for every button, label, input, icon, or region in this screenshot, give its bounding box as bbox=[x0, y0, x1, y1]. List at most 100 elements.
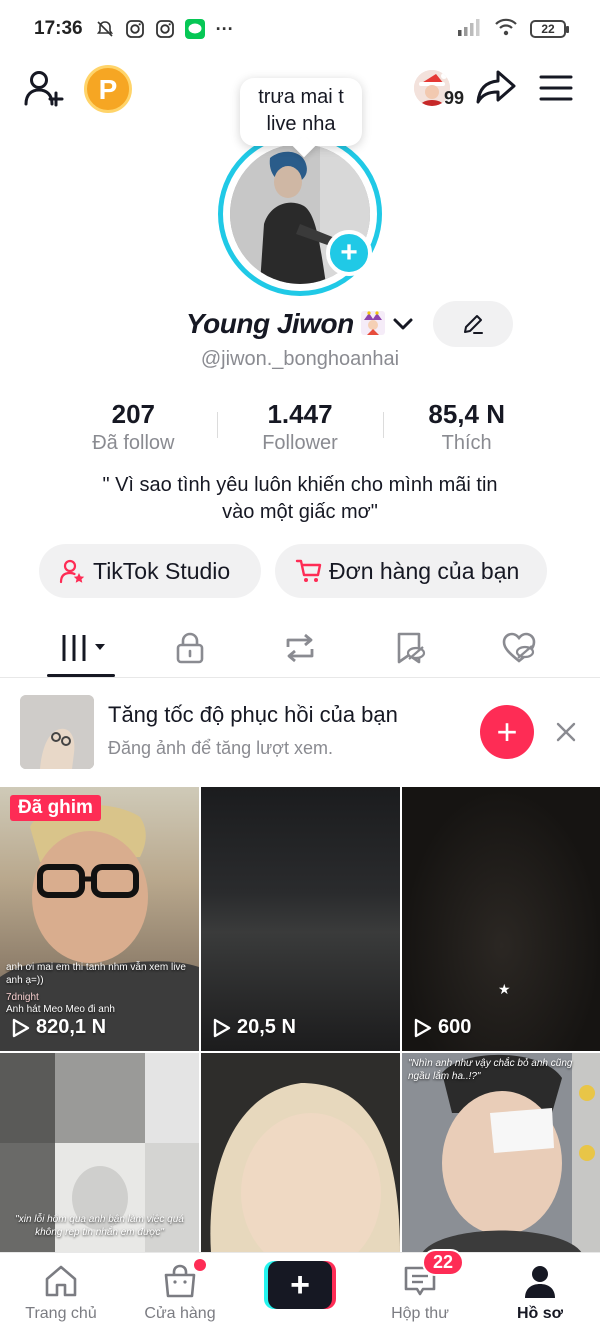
profile-note-bubble[interactable]: trưa mai t live nha bbox=[240, 78, 362, 146]
pinned-badge: Đã ghim bbox=[10, 795, 101, 821]
following-count: 207 bbox=[111, 399, 156, 429]
video-6-frame bbox=[402, 1053, 600, 1253]
add-friend-button[interactable] bbox=[22, 66, 66, 110]
tab-private[interactable] bbox=[160, 626, 220, 670]
status-time: 17:36 bbox=[34, 18, 83, 39]
play-icon bbox=[414, 1018, 432, 1037]
heart-hidden-icon bbox=[502, 632, 536, 663]
instagram-icon bbox=[125, 19, 145, 39]
nav-home[interactable]: Trang chủ bbox=[6, 1261, 116, 1323]
menu-button[interactable] bbox=[538, 72, 574, 104]
boost-close-button[interactable] bbox=[554, 720, 578, 744]
content-tabs bbox=[0, 618, 600, 678]
note-line-2: live nha bbox=[266, 113, 336, 135]
tab-reposts[interactable] bbox=[270, 626, 330, 670]
close-icon bbox=[556, 722, 576, 742]
coin-button[interactable]: P bbox=[84, 65, 132, 113]
more-dots-icon: ··· bbox=[215, 18, 234, 39]
studio-user-star-icon bbox=[59, 557, 87, 585]
plus-icon: + bbox=[268, 1261, 332, 1309]
likes-count: 85,4 N bbox=[428, 399, 505, 429]
followers-label: Follower bbox=[262, 432, 338, 454]
profile-name-row: Young Jiwon bbox=[0, 300, 600, 348]
profile-display-name: Young Jiwon bbox=[186, 308, 354, 339]
video-thumbnail[interactable] bbox=[201, 1053, 400, 1253]
video-caption: anh ơi mai em thi tanh nhm vẫn xem live … bbox=[6, 962, 186, 986]
shopping-cart-icon bbox=[295, 557, 323, 585]
home-icon bbox=[41, 1261, 81, 1301]
profile-person-icon bbox=[520, 1261, 560, 1301]
video-thumbnail[interactable]: 20,5 N bbox=[201, 787, 400, 1051]
profile-bio: " Vì sao tình yêu luôn khiến cho mình mã… bbox=[60, 472, 540, 526]
account-switch-chevron-icon[interactable] bbox=[392, 314, 414, 334]
bio-line-1: " Vì sao tình yêu luôn khiến cho mình mã… bbox=[102, 474, 498, 496]
repost-icon bbox=[286, 633, 314, 663]
signal-icon bbox=[458, 18, 482, 41]
edit-profile-button[interactable] bbox=[433, 301, 513, 347]
likes-stat[interactable]: 85,4 N Thích bbox=[383, 398, 550, 456]
create-video-button[interactable]: + bbox=[264, 1261, 336, 1309]
shop-notification-dot bbox=[194, 1259, 206, 1271]
view-count: 600 bbox=[414, 1016, 471, 1039]
nav-profile[interactable]: Hồ sơ bbox=[485, 1261, 595, 1323]
nav-inbox[interactable]: 22 Hộp thư bbox=[365, 1249, 475, 1323]
video-thumbnail[interactable]: "xin lỗi hôm qua anh bận làm việc quá kh… bbox=[0, 1053, 199, 1253]
share-profile-button[interactable] bbox=[474, 68, 518, 108]
add-story-button[interactable]: + bbox=[326, 230, 372, 276]
pencil-icon bbox=[464, 315, 483, 334]
tiktok-studio-button[interactable]: TikTok Studio bbox=[39, 544, 261, 598]
wifi-icon bbox=[494, 18, 518, 41]
tab-liked[interactable] bbox=[489, 626, 549, 670]
active-tab-indicator bbox=[47, 674, 115, 677]
hand-rings-photo bbox=[20, 695, 94, 769]
jester-emoji-icon bbox=[360, 310, 386, 336]
profile-stats: 207 Đã follow 1.447 Follower 85,4 N Thíc… bbox=[50, 398, 550, 456]
nav-shop[interactable]: Cửa hàng bbox=[125, 1259, 235, 1323]
boost-subtitle: Đăng ảnh để tăng lượt xem. bbox=[108, 738, 333, 758]
status-bar: 17:36 ··· 22 bbox=[0, 0, 600, 58]
view-count-text: 600 bbox=[438, 1016, 472, 1038]
studio-label: TikTok Studio bbox=[93, 557, 231, 584]
video-grid-icon bbox=[62, 635, 105, 661]
instagram-icon-2 bbox=[155, 19, 175, 39]
your-orders-button[interactable]: Đơn hàng của bạn bbox=[275, 544, 547, 598]
bookmark-hidden-icon bbox=[397, 632, 426, 664]
tab-videos[interactable] bbox=[51, 626, 111, 670]
nav-shop-label: Cửa hàng bbox=[144, 1305, 216, 1322]
video-thumbnail[interactable]: "Nhìn anh như vậy chắc bỏ anh cũng ngầu … bbox=[402, 1053, 600, 1253]
video-5-frame bbox=[201, 1053, 400, 1253]
coin-letter: P bbox=[98, 74, 118, 105]
friend-count: 99 bbox=[444, 88, 465, 108]
video-thumbnail[interactable]: Đã ghim anh ơi mai em thi tanh nhm vẫn x… bbox=[0, 787, 199, 1051]
boost-add-button[interactable]: + bbox=[480, 705, 534, 759]
lock-icon bbox=[176, 632, 204, 664]
nav-home-label: Trang chủ bbox=[25, 1305, 97, 1322]
video-caption: "xin lỗi hôm qua anh bận làm việc quá kh… bbox=[15, 1214, 184, 1238]
following-stat[interactable]: 207 Đã follow bbox=[50, 398, 217, 456]
battery-indicator: 22 bbox=[530, 20, 569, 38]
play-icon bbox=[12, 1018, 30, 1037]
nav-profile-label: Hồ sơ bbox=[516, 1305, 564, 1322]
view-count-text: 20,5 N bbox=[237, 1016, 296, 1038]
inbox-icon: 22 bbox=[400, 1249, 465, 1301]
boost-thumbnail bbox=[20, 695, 94, 769]
nav-inbox-label: Hộp thư bbox=[391, 1305, 449, 1322]
mute-bell-icon bbox=[95, 19, 115, 39]
bio-line-2: vào một giấc mơ" bbox=[222, 501, 378, 523]
inbox-badge: 22 bbox=[422, 1249, 465, 1276]
tab-favorites[interactable] bbox=[380, 626, 440, 670]
line-app-icon bbox=[184, 19, 205, 39]
video-thumbnail[interactable]: ★ 600 bbox=[402, 787, 600, 1051]
video-caption: "Nhìn anh như vậy chắc bỏ anh cũng ngầu … bbox=[408, 1058, 573, 1082]
video-grid: Đã ghim anh ơi mai em thi tanh nhm vẫn x… bbox=[0, 787, 600, 1253]
hamburger-menu-icon bbox=[539, 75, 573, 101]
boost-title: Tăng tốc độ phục hồi của bạn bbox=[108, 702, 398, 727]
boost-recovery-card[interactable]: Tăng tốc độ phục hồi của bạn Đăng ảnh để… bbox=[0, 680, 600, 786]
following-label: Đã follow bbox=[92, 432, 175, 454]
followers-count: 1.447 bbox=[267, 399, 333, 429]
followers-stat[interactable]: 1.447 Follower bbox=[216, 398, 384, 456]
view-count-text: 820,1 N bbox=[36, 1016, 107, 1038]
video-caption-3: Anh hát Meo Meo đi anh bbox=[6, 1004, 115, 1015]
orders-label: Đơn hàng của bạn bbox=[329, 557, 520, 584]
share-arrow-icon bbox=[476, 70, 516, 104]
